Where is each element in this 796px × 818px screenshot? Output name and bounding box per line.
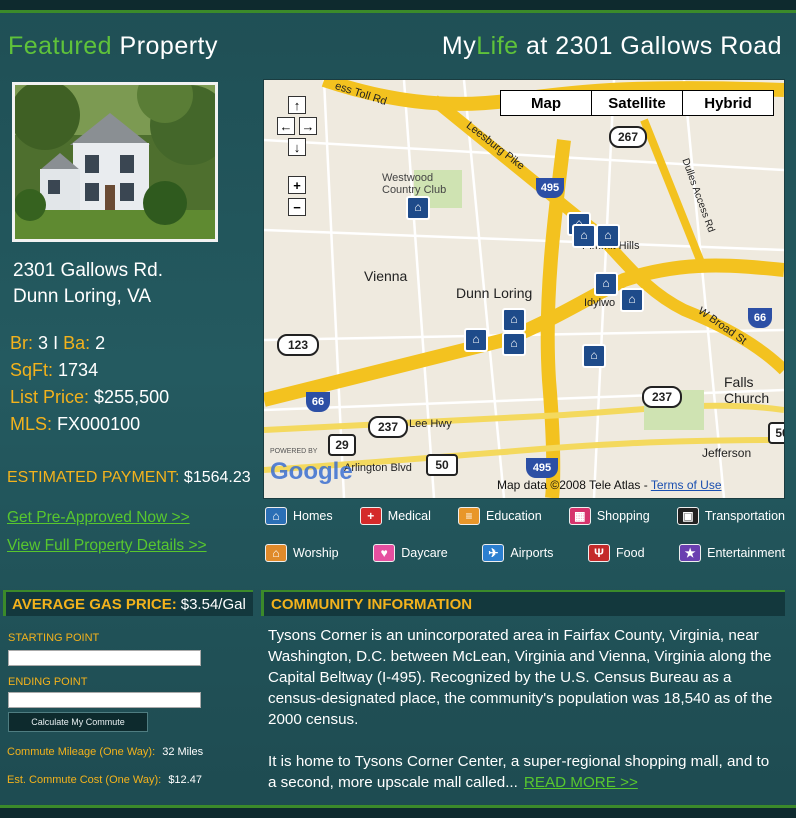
legend-item-entertainment[interactable]: ★ Entertainment — [679, 544, 785, 562]
home-marker-icon[interactable]: ⌂ — [464, 328, 488, 352]
community-info-header: COMMUNITY INFORMATION — [261, 590, 785, 616]
community-info-text: Tysons Corner is an unincorporated area … — [268, 625, 778, 793]
payment-value: $1564.23 — [183, 469, 251, 486]
heading-word-life: Life — [476, 32, 519, 60]
home-marker-icon[interactable]: ⌂ — [406, 196, 430, 220]
shopping-icon: ▦ — [568, 507, 591, 525]
house-illustration — [15, 85, 215, 239]
home-marker-icon[interactable]: ⌂ — [582, 344, 606, 368]
legend-label: Food — [616, 546, 645, 560]
legend-item-homes[interactable]: ⌂ Homes — [265, 507, 333, 525]
sqft-row: SqFt: 1734 — [10, 357, 169, 384]
legend-item-daycare[interactable]: ♥ Daycare — [373, 544, 448, 562]
mls-value: FX000100 — [57, 414, 141, 434]
legend-item-food[interactable]: Ψ Food — [588, 544, 645, 562]
transportation-icon: ▣ — [676, 507, 699, 525]
legend-item-worship[interactable]: ⌂ Worship — [265, 544, 339, 562]
community-paragraph-2: It is home to Tysons Corner Center, a su… — [268, 751, 778, 793]
sqft-value: 1734 — [58, 360, 99, 380]
mylife-heading: MyLife at 2301 Gallows Road — [442, 32, 782, 61]
calculate-commute-button[interactable]: Calculate My Commute — [8, 712, 148, 732]
legend-label: Education — [486, 509, 542, 523]
legend-label: Airports — [510, 546, 554, 560]
featured-property-heading: Featured Property — [8, 32, 218, 61]
entertainment-icon: ★ — [679, 544, 702, 562]
read-more-link[interactable]: READ MORE >> — [524, 774, 638, 791]
food-icon: Ψ — [588, 544, 611, 562]
mls-row: MLS: FX000100 — [10, 411, 169, 438]
payment-label: ESTIMATED PAYMENT: — [7, 469, 180, 486]
commute-mileage-label: Commute Mileage (One Way): — [7, 746, 156, 758]
community-paragraph-1: Tysons Corner is an unincorporated area … — [268, 627, 773, 728]
address-line-2: Dunn Loring, VA — [13, 286, 152, 307]
beds-value: 3 — [38, 333, 49, 353]
legend-label: Worship — [293, 546, 339, 560]
heading-word-my: My — [441, 32, 477, 60]
estimated-payment: ESTIMATED PAYMENT: $1564.23 — [7, 469, 251, 487]
legend-item-transportation[interactable]: ▣ Transportation — [676, 507, 785, 525]
heading-word-property: Property — [119, 32, 218, 60]
legend-item-airports[interactable]: ✈ Airports — [482, 544, 553, 562]
property-address: 2301 Gallows Rd. Dunn Loring, VA — [13, 258, 163, 310]
legend-row-2: ⌂ Worship ♥ Daycare ✈ Airports Ψ Food ★ Entertain… — [265, 544, 785, 562]
mls-label: MLS: — [10, 414, 53, 434]
legend-label: Medical — [387, 509, 431, 523]
commute-cost: Est. Commute Cost (One Way): $12.47 — [7, 774, 202, 786]
price-value: $255,500 — [94, 387, 170, 407]
bottom-bar — [0, 805, 796, 818]
gas-price-value: $3.54/Gal — [180, 595, 246, 613]
legend-item-shopping[interactable]: ▦ Shopping — [568, 507, 650, 525]
medical-cross-icon: + — [359, 507, 382, 525]
home-icon: ⌂ — [265, 507, 287, 525]
beds-label: Br: — [10, 333, 34, 353]
price-label: List Price: — [10, 387, 90, 407]
starting-point-label: STARTING POINT — [8, 632, 100, 644]
ending-point-label: ENDING POINT — [8, 676, 88, 688]
legend-label: Shopping — [596, 509, 650, 523]
legend-item-medical[interactable]: + Medical — [359, 507, 431, 525]
map-view[interactable]: Map Satellite Hybrid ↑ ← → ↓ + − ess Tol… — [263, 79, 785, 499]
home-marker-icon[interactable]: ⌂ — [502, 332, 526, 356]
baths-label: Ba: — [63, 333, 91, 353]
gas-price-header: AVERAGE GAS PRICE: $3.54/Gal — [3, 590, 253, 616]
commute-mileage-value: 32 Miles — [162, 746, 204, 758]
address-line-1: 2301 Gallows Rd. — [13, 260, 163, 281]
airport-icon: ✈ — [482, 544, 505, 562]
property-facts: Br: 3 I Ba: 2 SqFt: 1734 List Price: $25… — [10, 330, 169, 438]
baths-value: 2 — [95, 333, 106, 353]
commute-cost-value: $12.47 — [168, 774, 202, 786]
property-photo — [12, 82, 218, 242]
gas-price-label: AVERAGE GAS PRICE: — [12, 595, 177, 613]
community-paragraph-2-text: It is home to Tysons Corner Center, a su… — [268, 753, 770, 791]
heading-address: at 2301 Gallows Road — [526, 32, 782, 60]
home-marker-icon[interactable]: ⌂ — [502, 308, 526, 332]
commute-mileage: Commute Mileage (One Way): 32 Miles — [7, 746, 203, 758]
heading-word-featured: Featured — [8, 32, 113, 60]
legend-label: Homes — [293, 509, 333, 523]
beds-baths: Br: 3 I Ba: 2 — [10, 330, 169, 357]
daycare-icon: ♥ — [373, 544, 396, 562]
home-marker-icon[interactable]: ⌂ — [596, 224, 620, 248]
sqft-label: SqFt: — [10, 360, 54, 380]
get-preapproved-link[interactable]: Get Pre-Approved Now >> — [7, 509, 190, 527]
legend-label: Daycare — [401, 546, 448, 560]
top-bar — [0, 0, 796, 13]
legend-label: Transportation — [704, 509, 785, 523]
map-markers: ⌂ ⌂ ⌂ ⌂ ⌂ ⌂ ⌂ ⌂ ⌂ ⌂ — [264, 80, 784, 498]
home-marker-icon[interactable]: ⌂ — [594, 272, 618, 296]
worship-icon: ⌂ — [265, 544, 287, 562]
home-marker-icon[interactable]: ⌂ — [572, 224, 596, 248]
legend-label: Entertainment — [707, 546, 785, 560]
home-marker-icon[interactable]: ⌂ — [620, 288, 644, 312]
legend-item-education[interactable]: ≡ Education — [458, 507, 542, 525]
view-details-link[interactable]: View Full Property Details >> — [7, 537, 207, 555]
legend-row-1: ⌂ Homes + Medical ≡ Education ▦ Shopping ▣ Transp… — [265, 507, 785, 525]
price-row: List Price: $255,500 — [10, 384, 169, 411]
commute-cost-label: Est. Commute Cost (One Way): — [7, 774, 162, 786]
separator: I — [53, 333, 59, 353]
ending-point-input[interactable] — [8, 692, 201, 708]
education-icon: ≡ — [458, 507, 481, 525]
starting-point-input[interactable] — [8, 650, 201, 666]
